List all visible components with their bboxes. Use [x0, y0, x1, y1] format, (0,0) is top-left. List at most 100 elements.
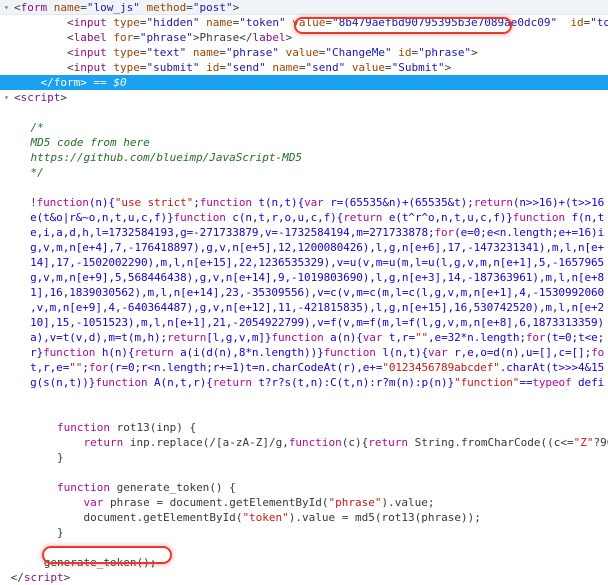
source-line-23: } [0, 450, 608, 465]
source-line-26: var phrase = document.getElementById("ph… [0, 495, 608, 510]
source-line-7: e(t&o|r&~o,n,t,u,c,f)}function c(n,t,r,o… [0, 210, 608, 225]
code-token: ,v,m,n[e+9],4,-640364487),g,v,n[e+12],11… [30, 301, 605, 314]
code-token: for [525, 331, 546, 344]
code-token: "phrase" [328, 496, 382, 509]
code-token: label [252, 31, 286, 44]
code-token: = [219, 61, 226, 74]
row-input-submit[interactable]: <input type="submit" id="send" name="sen… [0, 60, 608, 75]
code-token: generate_token [43, 556, 137, 569]
dom-tree-view[interactable]: ▾ <form name="low_js" method="post"> <inp… [0, 0, 608, 105]
code-token: return [212, 376, 252, 389]
code-token: </ [239, 31, 253, 44]
source-line-3: https://github.com/blueimp/JavaScript-MD… [0, 150, 608, 165]
row-form-close[interactable]: </form> == $0 [0, 75, 608, 90]
code-token: () { [209, 481, 236, 494]
row-input-phrase[interactable]: <input type="text" name="phrase" value="… [0, 45, 608, 60]
code-token: function [512, 211, 565, 224]
code-token: replace [156, 436, 203, 449]
code-token: ,e=32*n.length; [428, 331, 526, 344]
code-token: name [192, 46, 220, 59]
code-token: fromCharCode [461, 436, 541, 449]
code-token: r} [30, 346, 44, 359]
code-token: (inp) { [149, 421, 197, 434]
code-token: value [292, 16, 326, 29]
source-line-31: </script> [0, 570, 608, 585]
code-token: generate_token [116, 481, 210, 494]
code-token: </ [10, 571, 24, 584]
source-line-13: ,v,m,n[e+9],4,-640364487),g,v,n[e+12],11… [0, 300, 608, 315]
code-token: function [173, 211, 226, 224]
row-input-token[interactable]: <input type="hidden" name="token" value=… [0, 15, 608, 30]
code-token: function [288, 436, 342, 449]
code-token: < [66, 31, 74, 44]
source-line-21: function rot13(inp) { [0, 420, 608, 435]
source-line-2: MD5 code from here [0, 135, 608, 150]
code-token: "submit" [146, 61, 200, 74]
source-line-15: a),v=t(v,d),m=t(m,h);return[l,g,v,m]}fun… [0, 330, 608, 345]
code-token: > [63, 571, 71, 584]
code-token: "send" [305, 61, 346, 74]
row-form-open[interactable]: ▾ <form name="low_js" method="post"> [0, 0, 608, 15]
disclosure-triangle-icon[interactable]: ▾ [4, 0, 14, 15]
code-token: "ChangeMe" [325, 46, 392, 59]
code-token: (); [136, 556, 157, 569]
code-token: phrase = document. [103, 496, 230, 509]
source-line-25: function generate_token() { [0, 480, 608, 495]
code-token: [l,g,v,m]} [206, 331, 272, 344]
source-line-20 [0, 405, 608, 420]
code-token: ).value = [288, 511, 356, 524]
code-token: r=(65535&n)+(65535&t); [323, 196, 474, 209]
code-token: rot13 [116, 421, 150, 434]
code-token: input [73, 46, 107, 59]
source-line-19 [0, 390, 608, 405]
code-token: l(n,t){ [375, 346, 429, 359]
code-token: > [471, 46, 478, 59]
code-token: (n>>16)+(t>>16 [512, 196, 605, 209]
code-token: = [219, 46, 226, 59]
code-token: id [206, 61, 220, 74]
code-token: = [186, 1, 193, 14]
code-token: = [80, 1, 87, 14]
code-token: "0123456789abcdef" [382, 361, 500, 374]
code-token: /* [30, 121, 44, 134]
code-token: Phrase [199, 31, 240, 44]
script-source-view[interactable]: /* MD5 code from here https://github.com… [0, 105, 608, 585]
code-token: > [285, 31, 293, 44]
code-token: function [36, 196, 89, 209]
code-token: > [80, 76, 87, 89]
code-token: a),v=t(v,d),m=t(m,h); [30, 331, 168, 344]
code-token: "hidden" [146, 16, 200, 29]
code-token: .charAt(t>>>4&15 [499, 361, 605, 374]
row-script-open[interactable]: ▾ <script> [0, 90, 608, 105]
code-token: var [304, 196, 324, 209]
source-line-14: 10],15,-1051523),m,l,n[e+1],21,-20549227… [0, 315, 608, 330]
code-token: ((c<= [540, 436, 574, 449]
code-token: label [73, 31, 107, 44]
code-token: e,i,a,d,h,l=1732584193,g=-271733879,v=-1… [30, 226, 435, 239]
disclosure-triangle-icon[interactable]: ▾ [4, 90, 14, 105]
code-token: form [53, 76, 81, 89]
code-token: return [167, 331, 207, 344]
code-token: ).value; [381, 496, 435, 509]
source-line-9: g,v,m,n[e+4],7,-176418897),g,v,n[e+5],12… [0, 240, 608, 255]
row-label-phrase[interactable]: <label for="phrase">Phrase</label> [0, 30, 608, 45]
code-token: "token" [239, 16, 286, 29]
code-token: https://github.com/blueimp/JavaScript-MD… [30, 151, 303, 164]
code-token: function [43, 346, 96, 359]
code-token: < [66, 46, 74, 59]
